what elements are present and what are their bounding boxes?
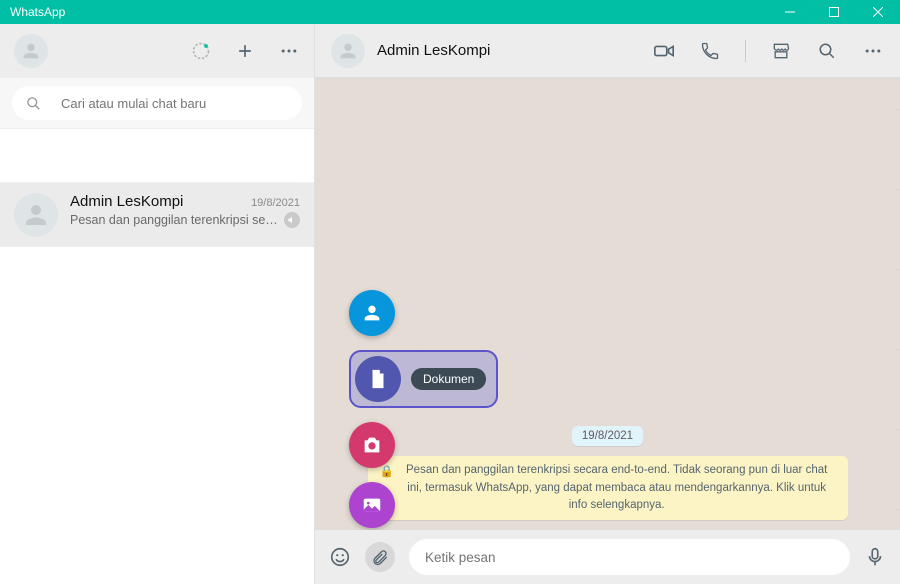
chat-panel: Admin LesKompi bbox=[315, 24, 900, 584]
status-icon bbox=[191, 41, 211, 61]
search-icon bbox=[26, 96, 41, 111]
paperclip-icon bbox=[371, 548, 389, 566]
sidebar-header bbox=[0, 24, 314, 78]
mic-button[interactable] bbox=[864, 546, 886, 568]
image-icon bbox=[361, 494, 383, 516]
search-chat-button[interactable] bbox=[816, 40, 838, 62]
search-box[interactable] bbox=[12, 86, 302, 120]
emoji-button[interactable] bbox=[329, 546, 351, 568]
store-icon bbox=[771, 41, 791, 61]
minimize-button[interactable] bbox=[768, 0, 812, 24]
list-spacer bbox=[0, 129, 314, 183]
chat-body: 19/8/2021 🔒 Pesan dan panggilan terenkri… bbox=[315, 78, 900, 530]
smiley-icon bbox=[329, 546, 351, 568]
video-call-button[interactable] bbox=[653, 40, 675, 62]
chat-avatar bbox=[14, 193, 58, 237]
chat-header-avatar[interactable] bbox=[331, 34, 365, 68]
attach-gallery-button[interactable] bbox=[349, 482, 395, 528]
new-chat-button[interactable] bbox=[234, 40, 256, 62]
dots-icon bbox=[863, 41, 883, 61]
minimize-icon bbox=[785, 7, 795, 17]
document-icon bbox=[367, 368, 389, 390]
search-icon bbox=[818, 42, 836, 60]
voice-call-button[interactable] bbox=[699, 40, 721, 62]
attach-menu: Dokumen bbox=[349, 290, 498, 528]
attach-contact-button[interactable] bbox=[349, 290, 395, 336]
sidebar: Admin LesKompi 19/8/2021 Pesan dan pangg… bbox=[0, 24, 315, 584]
attach-document-row[interactable]: Dokumen bbox=[349, 350, 498, 408]
person-icon bbox=[337, 40, 359, 62]
profile-avatar[interactable] bbox=[14, 34, 48, 68]
maximize-icon bbox=[829, 7, 839, 17]
plus-icon bbox=[235, 41, 255, 61]
chat-list: Admin LesKompi 19/8/2021 Pesan dan pangg… bbox=[0, 129, 314, 584]
chat-name: Admin LesKompi bbox=[70, 193, 183, 210]
mic-icon bbox=[864, 546, 886, 568]
more-button[interactable] bbox=[278, 40, 300, 62]
dots-icon bbox=[279, 41, 299, 61]
message-input[interactable] bbox=[409, 539, 850, 575]
status-button[interactable] bbox=[190, 40, 212, 62]
search-container bbox=[0, 78, 314, 129]
chat-title[interactable]: Admin LesKompi bbox=[377, 42, 490, 59]
mute-badge bbox=[284, 212, 300, 228]
person-icon bbox=[21, 200, 51, 230]
close-icon bbox=[873, 7, 883, 17]
attach-camera-button[interactable] bbox=[349, 422, 395, 468]
app-title: WhatsApp bbox=[10, 5, 65, 19]
person-icon bbox=[20, 40, 42, 62]
store-button[interactable] bbox=[770, 40, 792, 62]
attach-document-label: Dokumen bbox=[411, 368, 486, 390]
header-divider bbox=[745, 40, 746, 62]
chat-header: Admin LesKompi bbox=[315, 24, 900, 78]
chat-date: 19/8/2021 bbox=[251, 197, 300, 209]
phone-icon bbox=[700, 41, 720, 61]
attach-button[interactable] bbox=[365, 542, 395, 572]
close-button[interactable] bbox=[856, 0, 900, 24]
chat-more-button[interactable] bbox=[862, 40, 884, 62]
search-input[interactable] bbox=[61, 96, 288, 111]
attach-document-button[interactable] bbox=[355, 356, 401, 402]
mute-icon bbox=[287, 215, 297, 225]
contact-icon bbox=[361, 302, 383, 324]
date-chip: 19/8/2021 bbox=[572, 426, 643, 446]
maximize-button[interactable] bbox=[812, 0, 856, 24]
composer bbox=[315, 530, 900, 584]
camera-icon bbox=[361, 434, 383, 456]
chat-item-admin-leskompi[interactable]: Admin LesKompi 19/8/2021 Pesan dan pangg… bbox=[0, 183, 314, 247]
titlebar: WhatsApp bbox=[0, 0, 900, 24]
video-icon bbox=[653, 40, 675, 62]
chat-preview: Pesan dan panggilan terenkripsi secara .… bbox=[70, 213, 280, 227]
window-controls bbox=[768, 0, 900, 24]
